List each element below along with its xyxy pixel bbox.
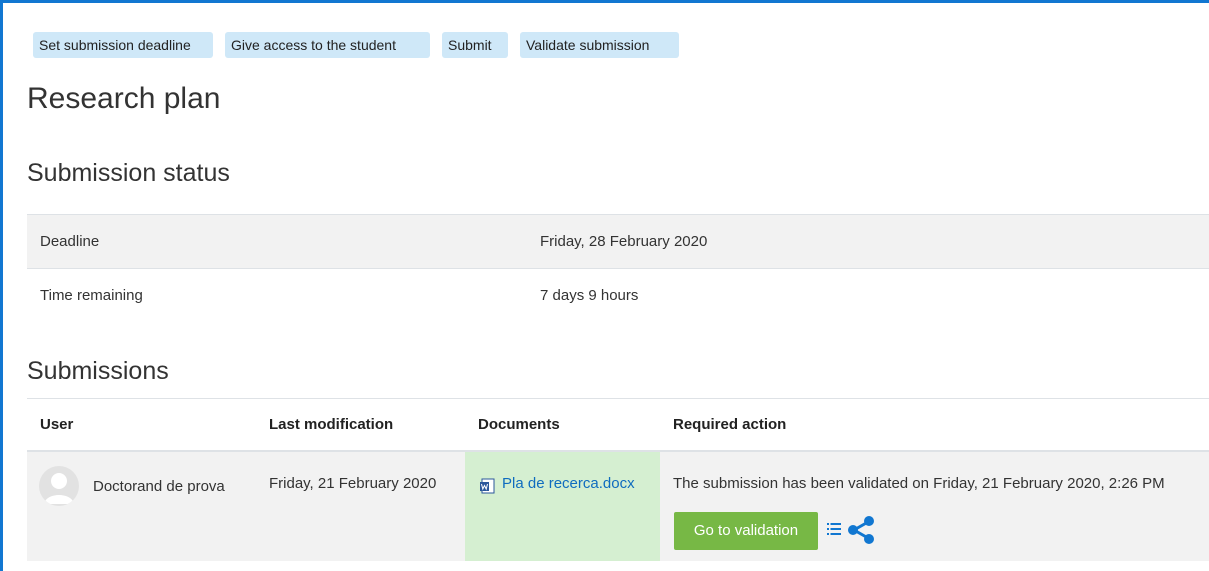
status-value: Friday, 28 February 2020 [540, 233, 708, 250]
table-row: Doctorand de prova Friday, 21 February 2… [27, 452, 1209, 561]
status-label: Time remaining [40, 287, 143, 304]
column-header-required-action[interactable]: Required action [673, 399, 786, 450]
submission-status-heading: Submission status [27, 159, 230, 187]
column-header-documents[interactable]: Documents [478, 399, 560, 450]
last-modification-value: Friday, 21 February 2020 [269, 475, 437, 492]
status-value: 7 days 9 hours [540, 287, 639, 304]
user-cell: Doctorand de prova [27, 452, 265, 561]
submission-status-table: Deadline Friday, 28 February 2020 Time r… [27, 214, 1209, 322]
status-label: Deadline [40, 233, 100, 250]
word-document-icon [480, 478, 495, 494]
documents-cell: Pla de recerca.docx [465, 452, 660, 561]
user-name[interactable]: Doctorand de prova [93, 478, 225, 495]
page-title: Research plan [27, 82, 221, 115]
document-link[interactable]: Pla de recerca.docx [502, 475, 635, 492]
list-icon[interactable] [827, 522, 841, 536]
submissions-heading: Submissions [27, 357, 169, 385]
page-frame: Set submission deadline Give access to t… [0, 0, 1209, 571]
give-access-button[interactable]: Give access to the student [225, 32, 430, 58]
column-header-last-modification[interactable]: Last modification [269, 399, 393, 450]
column-header-user[interactable]: User [40, 399, 73, 450]
action-bar: Set submission deadline Give access to t… [33, 32, 679, 58]
submit-button[interactable]: Submit [442, 32, 508, 58]
validate-submission-button[interactable]: Validate submission [520, 32, 679, 58]
last-modification-cell: Friday, 21 February 2020 [269, 452, 465, 561]
user-avatar-icon[interactable] [39, 466, 79, 506]
required-action-cell: The submission has been validated on Fri… [661, 452, 1209, 561]
submissions-table: User Last modification Documents Require… [27, 398, 1209, 561]
required-action-text: The submission has been validated on Fri… [673, 475, 1165, 492]
set-deadline-button[interactable]: Set submission deadline [33, 32, 213, 58]
status-row-time-remaining: Time remaining 7 days 9 hours [27, 268, 1209, 322]
share-icon[interactable] [846, 515, 876, 545]
go-to-validation-button[interactable]: Go to validation [674, 512, 818, 550]
status-row-deadline: Deadline Friday, 28 February 2020 [27, 214, 1209, 268]
table-header: User Last modification Documents Require… [27, 398, 1209, 452]
